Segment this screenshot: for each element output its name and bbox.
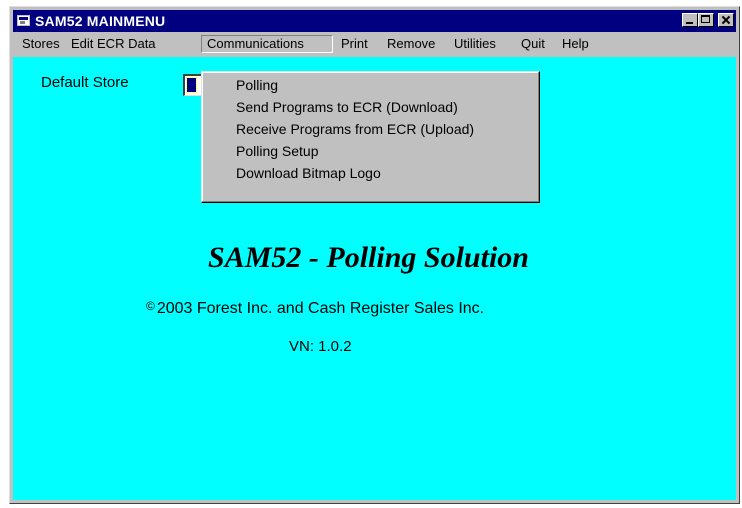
main-window: SAM52 MAINMENU Stores Edit ECR Data Comm…	[9, 6, 740, 504]
default-store-label: Default Store	[41, 74, 129, 91]
minimize-icon[interactable]	[682, 13, 698, 27]
menu-communications[interactable]: Communications	[201, 35, 333, 53]
copyright-text: 2003 Forest Inc. and Cash Register Sales…	[156, 300, 485, 317]
default-store-selection	[186, 77, 197, 93]
menu-item-send-programs[interactable]: Send Programs to ECR (Download)	[236, 96, 458, 118]
title-bar[interactable]: SAM52 MAINMENU	[13, 10, 736, 32]
menu-print[interactable]: Print	[336, 35, 373, 53]
menu-edit-ecr-data[interactable]: Edit ECR Data	[66, 35, 161, 53]
copyright-symbol: ©	[146, 299, 155, 313]
version-label: VN: 1.0.2	[289, 338, 352, 355]
menu-stores[interactable]: Stores	[17, 35, 65, 53]
menu-bar: Stores Edit ECR Data Communications Prin…	[13, 33, 736, 55]
menu-help[interactable]: Help	[557, 35, 594, 53]
window-title: SAM52 MAINMENU	[35, 13, 166, 29]
menu-item-polling-setup[interactable]: Polling Setup	[236, 140, 319, 162]
menu-item-download-bitmap-logo[interactable]: Download Bitmap Logo	[236, 162, 381, 184]
menu-remove[interactable]: Remove	[382, 35, 440, 53]
menu-utilities[interactable]: Utilities	[449, 35, 501, 53]
menu-item-polling[interactable]: Polling	[236, 74, 278, 96]
menu-item-receive-programs[interactable]: Receive Programs from ECR (Upload)	[236, 118, 474, 140]
communications-dropdown-menu: Polling Send Programs to ECR (Download) …	[201, 71, 540, 203]
menu-quit[interactable]: Quit	[516, 35, 550, 53]
app-title: SAM52 - Polling Solution	[208, 241, 529, 274]
close-icon[interactable]	[718, 13, 734, 27]
app-window-icon[interactable]	[17, 15, 30, 26]
copyright-notice: © 2003 Forest Inc. and Cash Register Sale…	[146, 299, 485, 318]
maximize-icon[interactable]	[698, 13, 714, 27]
